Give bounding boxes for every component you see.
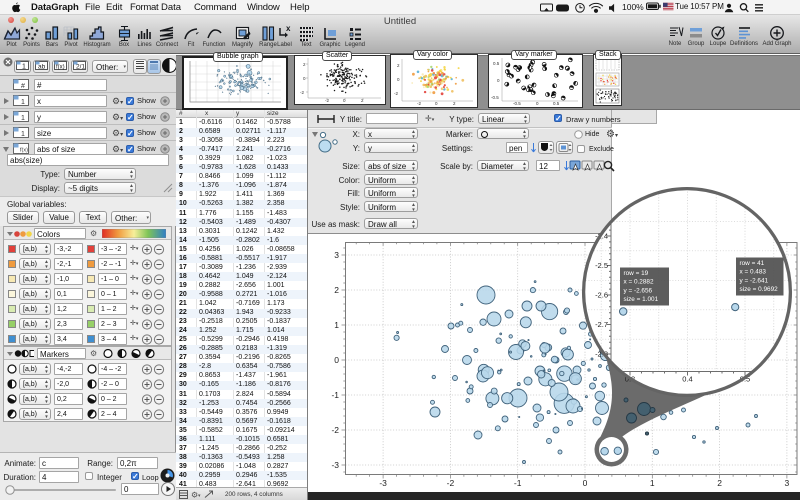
- svg-text:#: #: [21, 83, 25, 90]
- svg-text:-3: -3: [331, 460, 339, 470]
- svg-text:1: 1: [22, 64, 26, 71]
- svg-text:-2: -2: [447, 478, 455, 488]
- svg-text:y = -2.656: y = -2.656: [624, 287, 653, 294]
- svg-text:2: 2: [361, 98, 364, 103]
- svg-text:f(x): f(x): [20, 148, 28, 154]
- svg-text:-1: -1: [331, 390, 339, 400]
- svg-text:-2.6: -2.6: [595, 291, 608, 300]
- svg-text:f(x): f(x): [56, 65, 65, 71]
- svg-text:2: 2: [453, 101, 456, 106]
- svg-text:2: 2: [397, 63, 400, 68]
- svg-text:1: 1: [21, 115, 25, 122]
- svg-text:3: 3: [334, 250, 339, 260]
- svg-text:-2: -2: [394, 91, 398, 96]
- svg-text:-2.7: -2.7: [595, 320, 608, 329]
- svg-text:0: 0: [303, 76, 306, 81]
- svg-text:size = 0.9692: size = 0.9692: [740, 286, 779, 293]
- svg-text:-2: -2: [300, 90, 304, 95]
- svg-text:-0.5: -0.5: [513, 101, 521, 106]
- svg-text:0.5: 0.5: [493, 61, 500, 66]
- svg-text:1: 1: [21, 131, 25, 138]
- svg-text:0.4: 0.4: [682, 375, 692, 384]
- svg-text:0: 0: [497, 78, 500, 83]
- svg-text:ab: ab: [38, 64, 46, 71]
- svg-text:0: 0: [536, 101, 539, 106]
- svg-text:row = 41: row = 41: [740, 260, 765, 267]
- svg-text:0: 0: [583, 478, 588, 488]
- svg-text:0.5: 0.5: [553, 101, 560, 106]
- svg-text:▾: ▾: [198, 493, 201, 499]
- svg-text:-3: -3: [379, 478, 387, 488]
- svg-text:-1: -1: [514, 478, 522, 488]
- svg-text:-0.5: -0.5: [491, 95, 499, 100]
- svg-text:row = 19: row = 19: [624, 270, 649, 277]
- svg-text:x = 0.483: x = 0.483: [740, 269, 767, 276]
- svg-text:2: 2: [717, 478, 722, 488]
- svg-text:1: 1: [650, 478, 655, 488]
- svg-text:2: 2: [334, 285, 339, 295]
- svg-text:x: x: [286, 25, 291, 33]
- svg-text:1: 1: [21, 99, 25, 106]
- svg-text:1: 1: [334, 320, 339, 330]
- svg-text:-2: -2: [331, 425, 339, 435]
- svg-text:x = 0.2882: x = 0.2882: [624, 279, 654, 286]
- svg-text:0: 0: [397, 77, 400, 82]
- svg-text:0: 0: [334, 355, 339, 365]
- svg-text:3: 3: [785, 478, 790, 488]
- svg-text:0: 0: [435, 101, 438, 106]
- svg-text:2: 2: [303, 62, 306, 67]
- svg-text:2/1: 2/1: [76, 64, 85, 71]
- svg-text:y = -2.641: y = -2.641: [740, 277, 769, 284]
- svg-text:0: 0: [343, 98, 346, 103]
- svg-text:-2.5: -2.5: [595, 261, 608, 270]
- svg-text:-2: -2: [417, 101, 421, 106]
- svg-text:size = 1.001: size = 1.001: [624, 296, 659, 303]
